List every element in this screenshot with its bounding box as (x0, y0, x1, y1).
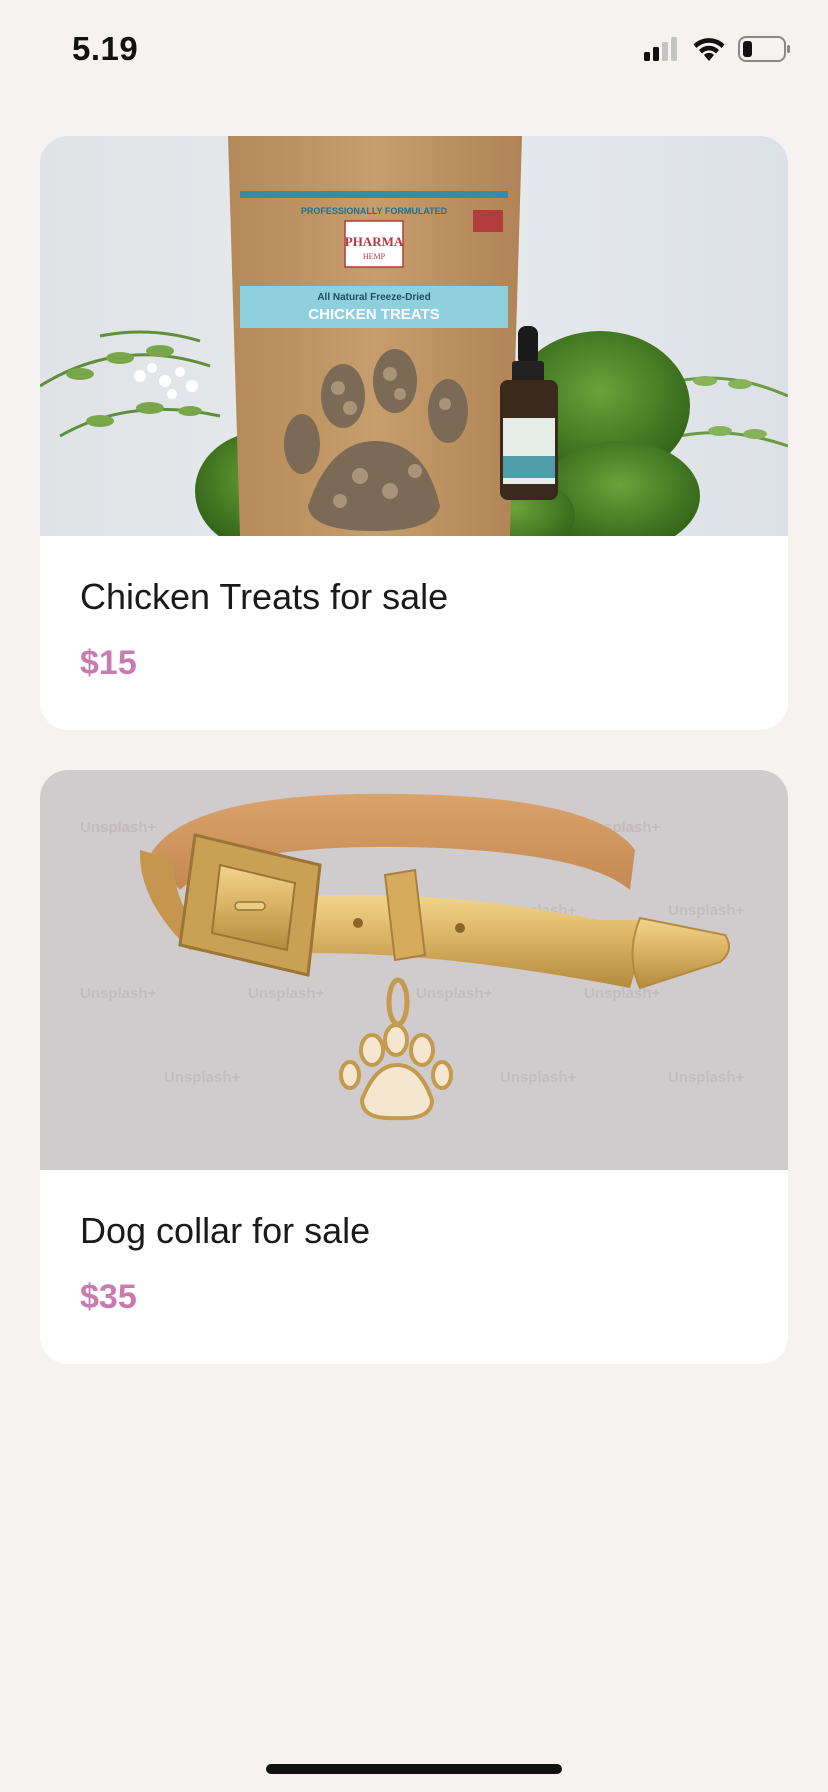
product-card[interactable]: PROFESSIONALLY FORMULATED PHARMA HEMP Al… (40, 136, 788, 730)
product-price: $15 (80, 644, 137, 682)
bag-tagline: PROFESSIONALLY FORMULATED (301, 206, 448, 216)
watermark-text: Unsplash+ (668, 902, 745, 919)
watermark-text: Unsplash+ (164, 1069, 241, 1086)
wifi-icon (692, 36, 726, 67)
watermark-text: Unsplash+ (416, 985, 493, 1002)
dog-collar-product-image: Unsplash+ Unsplash+ Unsplash+ Unsplash+ … (40, 770, 788, 1170)
status-bar: 5.19 (0, 0, 828, 100)
product-title: Dog collar for sale (80, 1210, 371, 1251)
cellular-signal-icon (644, 37, 680, 66)
status-icons (644, 36, 792, 67)
status-time: 5.19 (72, 30, 139, 67)
bag-heading: CHICKEN TREATS (308, 306, 439, 323)
watermark-text: Unsplash+ (668, 1069, 745, 1086)
watermark-text: Unsplash+ (584, 985, 661, 1002)
watermark-text: Unsplash+ (80, 985, 157, 1002)
watermark-text: Unsplash+ (248, 985, 325, 1002)
bag-brand-sub: HEMP (363, 252, 386, 261)
product-title: Chicken Treats for sale (80, 576, 449, 617)
chicken-treats-product-image: PROFESSIONALLY FORMULATED PHARMA HEMP Al… (40, 136, 788, 536)
product-card[interactable]: Unsplash+ Unsplash+ Unsplash+ Unsplash+ … (40, 770, 788, 1364)
product-price: $35 (80, 1278, 137, 1316)
battery-icon (738, 36, 792, 67)
bag-sub-heading: All Natural Freeze-Dried (317, 292, 430, 303)
watermark-text: Unsplash+ (80, 819, 157, 836)
bag-brand: PHARMA (345, 234, 404, 249)
screen: 5.19 PROFESSIONALLY FORMULATED PHARMA HE… (0, 0, 828, 1792)
home-indicator[interactable] (266, 1764, 562, 1774)
watermark-text: Unsplash+ (500, 1069, 577, 1086)
